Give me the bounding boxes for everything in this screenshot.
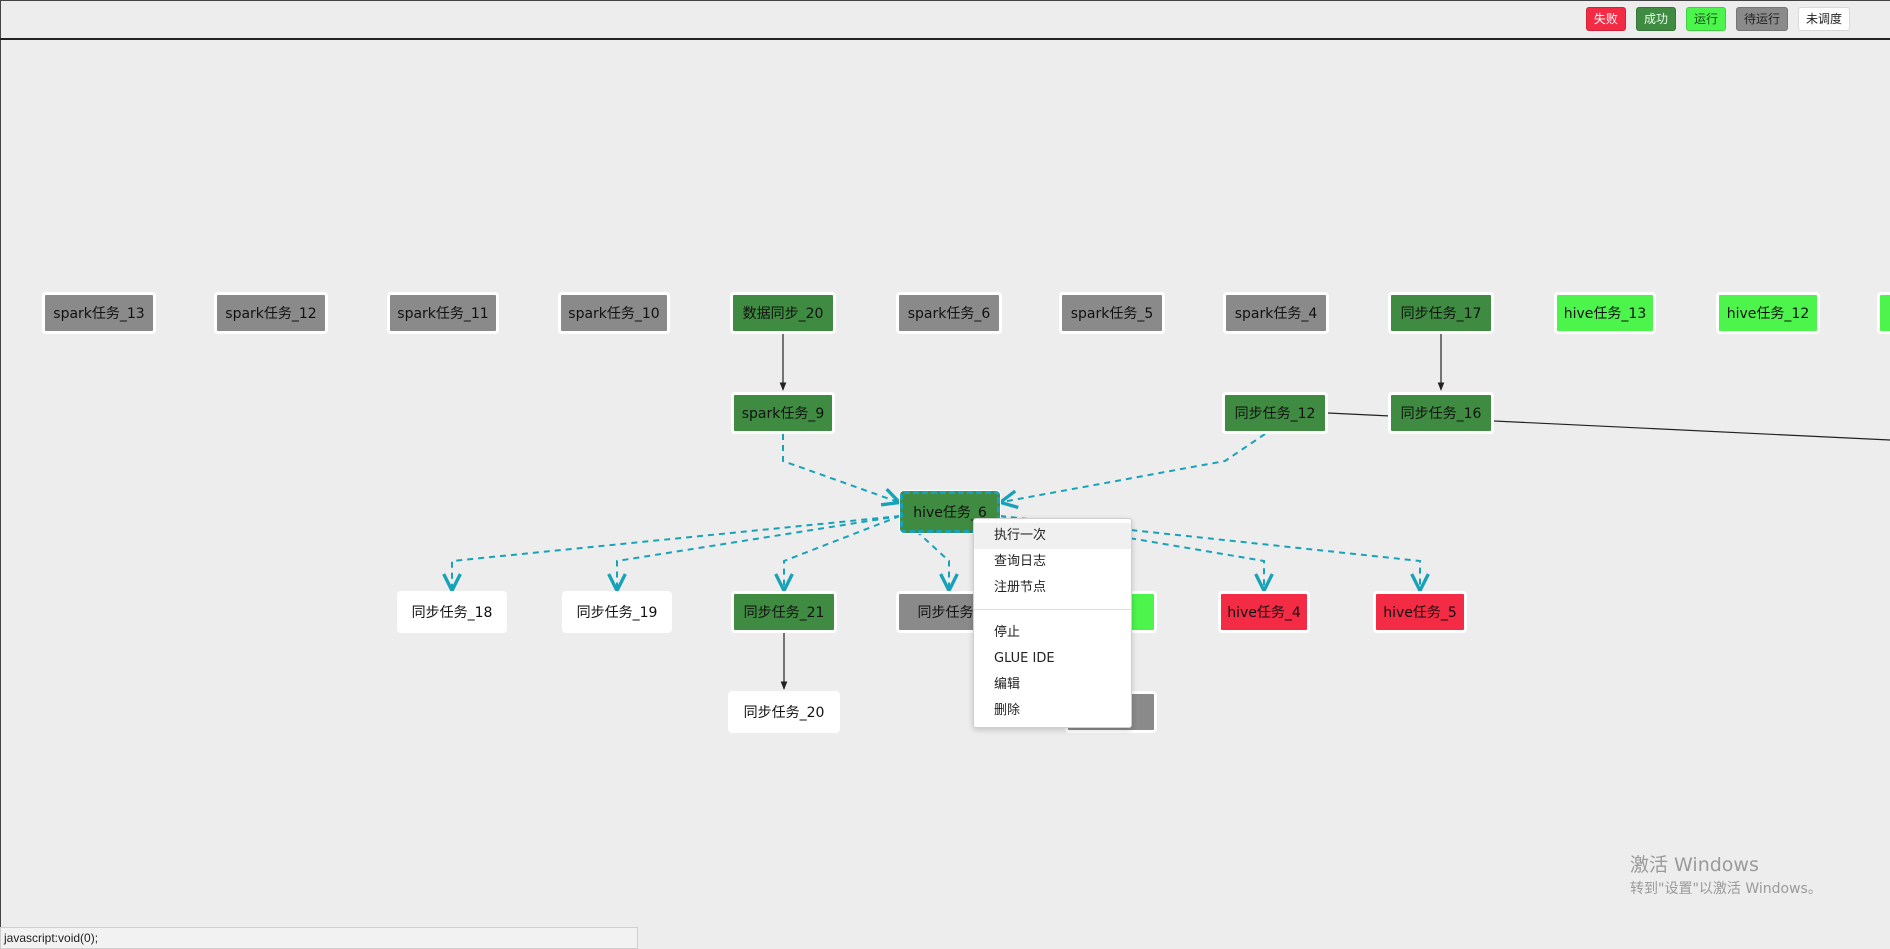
dag-node-sync-19[interactable]: 同步任务_19 <box>562 591 672 633</box>
menu-run-once[interactable]: 执行一次 <box>974 523 1131 549</box>
watermark-title: 激活 Windows <box>1630 854 1759 876</box>
browser-status-bar: javascript:void(0); <box>0 927 638 949</box>
dag-node-hive-4[interactable]: hive任务_4 <box>1218 591 1310 633</box>
dag-node-sync-17[interactable]: 同步任务_17 <box>1388 292 1494 334</box>
dag-node-spark-4[interactable]: spark任务_4 <box>1223 292 1329 334</box>
windows-activation-watermark: 激活 Windows 转到"设置"以激活 Windows。 <box>1630 853 1822 899</box>
dag-node-sync-21[interactable]: 同步任务_21 <box>731 591 837 633</box>
dag-node-sync-data-20[interactable]: 数据同步_20 <box>730 292 836 334</box>
dag-node-spark-12[interactable]: spark任务_12 <box>214 292 328 334</box>
dag-node-spark-11[interactable]: spark任务_11 <box>387 292 499 334</box>
menu-stop[interactable]: 停止 <box>974 620 1131 646</box>
dag-node-sync-20[interactable]: 同步任务_20 <box>728 691 840 733</box>
dag-edge-hive-6-to-sync-19 <box>617 515 901 589</box>
dag-node-sync-16[interactable]: 同步任务_16 <box>1388 392 1494 434</box>
dag-node-spark-5[interactable]: spark任务_5 <box>1059 292 1165 334</box>
dag-node-spark-10[interactable]: spark任务_10 <box>558 292 670 334</box>
menu-delete[interactable]: 删除 <box>974 698 1131 724</box>
dag-canvas <box>0 334 1890 690</box>
menu-divider <box>974 609 1131 610</box>
menu-query-log[interactable]: 查询日志 <box>974 549 1131 575</box>
menu-register-node[interactable]: 注册节点 <box>974 575 1131 601</box>
dag-node-spark-13[interactable]: spark任务_13 <box>42 292 156 334</box>
dag-node-hive-12[interactable]: hive任务_12 <box>1716 292 1820 334</box>
node-context-menu: 执行一次 查询日志 注册节点 停止 GLUE IDE 编辑 删除 <box>973 518 1132 728</box>
dag-node-hive-13[interactable]: hive任务_13 <box>1554 292 1656 334</box>
menu-edit[interactable]: 编辑 <box>974 672 1131 698</box>
dag-edge-hive-6-to-sync-21 <box>784 515 901 589</box>
dag-edge-spark-9-to-hive-6 <box>782 434 898 502</box>
dag-node-spark-9[interactable]: spark任务_9 <box>731 392 835 434</box>
dag-node-sync-12[interactable]: 同步任务_12 <box>1222 392 1328 434</box>
watermark-subtitle: 转到"设置"以激活 Windows。 <box>1630 881 1822 897</box>
dag-node-hive-5[interactable]: hive任务_5 <box>1373 591 1467 633</box>
dag-node-sync-18[interactable]: 同步任务_18 <box>397 591 507 633</box>
dag-edge-sync-12-to-hive-6 <box>1002 433 1266 502</box>
dag-node-offscreen[interactable] <box>1877 292 1890 334</box>
dag-node-spark-6[interactable]: spark任务_6 <box>896 292 1002 334</box>
menu-glue-ide[interactable]: GLUE IDE <box>974 646 1131 672</box>
